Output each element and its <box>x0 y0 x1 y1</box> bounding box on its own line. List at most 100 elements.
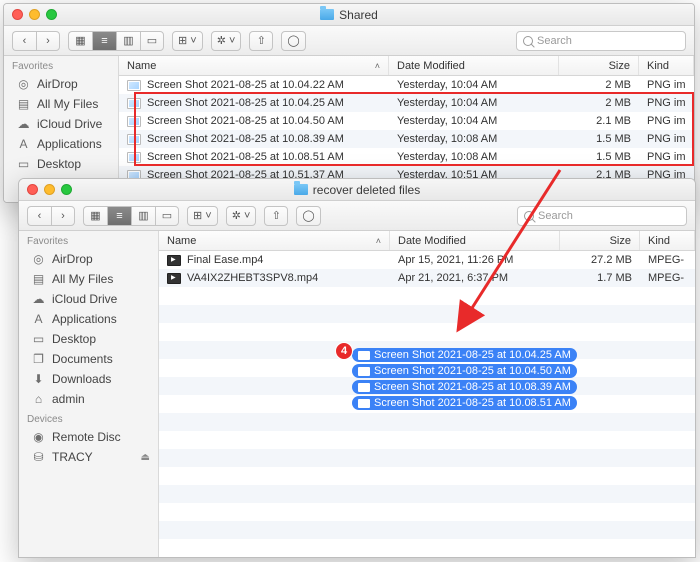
table-row[interactable]: Final Ease.mp4Apr 15, 2021, 11:26 PM27.2… <box>159 251 695 269</box>
close-icon[interactable] <box>27 184 38 195</box>
sidebar-item-applications[interactable]: AApplications <box>19 309 158 329</box>
sidebar-heading-devices: Devices <box>19 409 158 427</box>
title-text: recover deleted files <box>313 183 420 197</box>
nav-buttons: ‹ › <box>12 31 60 51</box>
sidebar-icon: ◎ <box>31 252 46 266</box>
file-kind: PNG im <box>639 97 694 109</box>
empty-row <box>159 539 695 557</box>
minimize-icon[interactable] <box>44 184 55 195</box>
file-icon <box>358 383 370 392</box>
table-row[interactable]: VA4IX2ZHEBT3SPV8.mp4Apr 21, 2021, 6:37 P… <box>159 269 695 287</box>
sidebar-item-downloads[interactable]: ⬇Downloads <box>19 369 158 389</box>
file-icon <box>358 399 370 408</box>
gallery-view-button[interactable]: ▭ <box>140 31 164 51</box>
tags-button[interactable]: ◯ <box>281 31 305 51</box>
col-size[interactable]: Size <box>559 56 639 75</box>
title-text: Shared <box>339 8 378 22</box>
action-button[interactable]: ✲ ˅ <box>211 31 242 51</box>
sidebar-item-all-my-files[interactable]: ▤All My Files <box>4 94 118 114</box>
empty-row <box>159 467 695 485</box>
icon-view-button[interactable]: ▦ <box>68 31 92 51</box>
close-icon[interactable] <box>12 9 23 20</box>
sidebar-item-label: admin <box>52 392 85 406</box>
search-input[interactable]: Search <box>517 206 687 226</box>
view-segmented: ▦ ≡ ▥ ▭ <box>83 206 179 226</box>
table-row[interactable]: Screen Shot 2021-08-25 at 10.04.25 AMYes… <box>119 94 694 112</box>
sidebar-item-applications[interactable]: AApplications <box>4 134 118 154</box>
search-input[interactable]: Search <box>516 31 686 51</box>
table-row[interactable]: Screen Shot 2021-08-25 at 10.04.22 AMYes… <box>119 76 694 94</box>
folder-icon <box>294 184 308 195</box>
sidebar-item-icloud-drive[interactable]: ☁iCloud Drive <box>4 114 118 134</box>
sidebar-heading-favorites: Favorites <box>19 231 158 249</box>
file-date: Yesterday, 10:08 AM <box>389 151 559 163</box>
file-date: Apr 15, 2021, 11:26 PM <box>390 254 560 266</box>
share-button[interactable]: ⇧ <box>264 206 288 226</box>
col-kind[interactable]: Kind <box>639 56 694 75</box>
sort-arrow-icon: ˄ <box>376 236 381 246</box>
column-view-button[interactable]: ▥ <box>131 206 155 226</box>
sidebar-item-desktop[interactable]: ▭Desktop <box>19 329 158 349</box>
action-button[interactable]: ✲ ˅ <box>226 206 257 226</box>
sidebar-item-all-my-files[interactable]: ▤All My Files <box>19 269 158 289</box>
back-button[interactable]: ‹ <box>12 31 36 51</box>
table-row[interactable]: Screen Shot 2021-08-25 at 10.08.39 AMYes… <box>119 130 694 148</box>
icon-view-button[interactable]: ▦ <box>83 206 107 226</box>
list-view-button[interactable]: ≡ <box>107 206 131 226</box>
eject-icon[interactable]: ⏏ <box>141 452 150 463</box>
back-button[interactable]: ‹ <box>27 206 51 226</box>
sidebar-icon: ▤ <box>16 97 31 111</box>
sidebar-item-desktop[interactable]: ▭Desktop <box>4 154 118 174</box>
file-icon <box>167 255 181 266</box>
col-name[interactable]: Name˄ <box>119 56 389 75</box>
list-view-button[interactable]: ≡ <box>92 31 116 51</box>
file-icon <box>127 152 141 163</box>
sidebar-item-documents[interactable]: ❐Documents <box>19 349 158 369</box>
sidebar-item-label: Remote Disc <box>52 430 121 444</box>
sidebar-heading-favorites: Favorites <box>4 56 118 74</box>
drag-ghost-item: Screen Shot 2021-08-25 at 10.08.39 AM <box>352 380 577 394</box>
window-title: Shared <box>4 8 694 22</box>
zoom-icon[interactable] <box>61 184 72 195</box>
drag-ghost-item: Screen Shot 2021-08-25 at 10.04.25 AM <box>352 348 577 362</box>
empty-row <box>159 323 695 341</box>
col-date[interactable]: Date Modified <box>389 56 559 75</box>
col-date[interactable]: Date Modified <box>390 231 560 250</box>
titlebar[interactable]: recover deleted files <box>19 179 695 201</box>
arrange-button[interactable]: ⊞ ˅ <box>172 31 203 51</box>
sidebar-item-label: Desktop <box>37 157 81 171</box>
sidebar-item-airdrop[interactable]: ◎AirDrop <box>4 74 118 94</box>
zoom-icon[interactable] <box>46 9 57 20</box>
sidebar-item-airdrop[interactable]: ◎AirDrop <box>19 249 158 269</box>
table-row[interactable]: Screen Shot 2021-08-25 at 10.04.50 AMYes… <box>119 112 694 130</box>
minimize-icon[interactable] <box>29 9 40 20</box>
share-button[interactable]: ⇧ <box>249 31 273 51</box>
file-name: Final Ease.mp4 <box>187 254 263 266</box>
empty-row <box>159 287 695 305</box>
sidebar-item-icloud-drive[interactable]: ☁iCloud Drive <box>19 289 158 309</box>
file-kind: PNG im <box>639 133 694 145</box>
col-name[interactable]: Name˄ <box>159 231 390 250</box>
titlebar[interactable]: Shared <box>4 4 694 26</box>
forward-button[interactable]: › <box>51 206 75 226</box>
sidebar-item-tracy[interactable]: ⛁TRACY⏏ <box>19 447 158 467</box>
arrange-button[interactable]: ⊞ ˅ <box>187 206 218 226</box>
file-name: Screen Shot 2021-08-25 at 10.08.51 AM <box>147 151 344 163</box>
file-kind: MPEG- <box>640 254 695 266</box>
gallery-view-button[interactable]: ▭ <box>155 206 179 226</box>
empty-row <box>159 413 695 431</box>
file-name: VA4IX2ZHEBT3SPV8.mp4 <box>187 272 318 284</box>
search-placeholder: Search <box>538 210 573 222</box>
table-row[interactable]: Screen Shot 2021-08-25 at 10.08.51 AM Yes… <box>119 148 694 166</box>
sidebar: Favorites ◎AirDrop▤All My Files☁iCloud D… <box>19 231 159 557</box>
sidebar-item-admin[interactable]: ⌂admin <box>19 389 158 409</box>
col-kind[interactable]: Kind <box>640 231 695 250</box>
sidebar-item-label: Documents <box>52 352 113 366</box>
tags-button[interactable]: ◯ <box>296 206 320 226</box>
sidebar-item-remote-disc[interactable]: ◉Remote Disc <box>19 427 158 447</box>
col-size[interactable]: Size <box>560 231 640 250</box>
column-view-button[interactable]: ▥ <box>116 31 140 51</box>
drag-item-label: Screen Shot 2021-08-25 at 10.08.51 AM <box>374 397 571 409</box>
traffic-lights <box>12 9 57 20</box>
forward-button[interactable]: › <box>36 31 60 51</box>
